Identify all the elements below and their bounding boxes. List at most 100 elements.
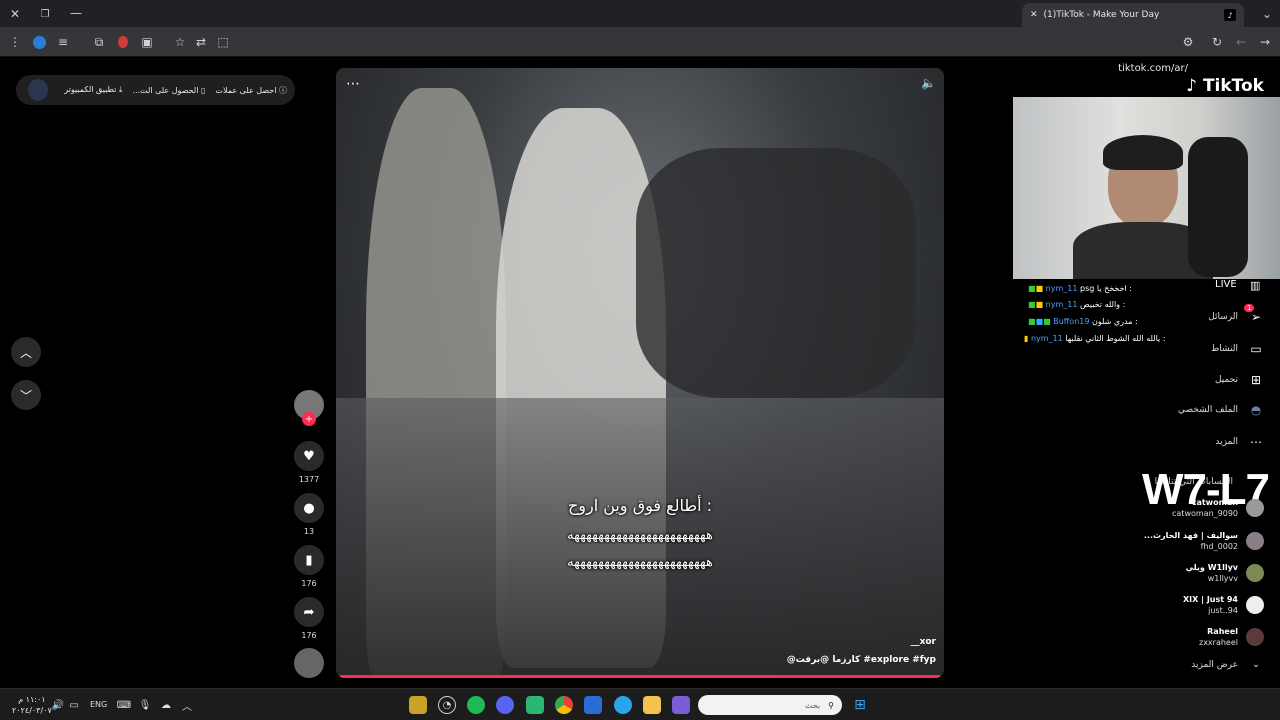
- show-hidden-icons-icon[interactable]: ︿: [178, 696, 196, 714]
- message-icon: ▭: [1250, 342, 1262, 356]
- taskbar-search-box[interactable]: بحث ⚲: [698, 695, 842, 715]
- address-bar[interactable]: tiktok.com/ar/: [1118, 63, 1188, 74]
- comment-count: 13: [303, 527, 315, 536]
- chat-message: ■■■ Buffon19 مدري شلون :: [1028, 317, 1138, 326]
- following-account[interactable]: سواليف | فهد الحارث... fhd_0002: [1144, 530, 1264, 552]
- chat-message: ■■ nym_11 psg اخخخخ يا :: [1028, 284, 1132, 293]
- tiktok-favicon-icon: ♪: [1224, 9, 1236, 21]
- account-avatar: [1246, 564, 1264, 582]
- following-account[interactable]: W1llyv ويلي w1llyvv: [1186, 562, 1264, 584]
- video-overlay-line2: هههههههههههههههههههههههه: [567, 528, 714, 543]
- video-crowd: [636, 148, 916, 398]
- chrome-icon[interactable]: [555, 696, 573, 714]
- following-account[interactable]: catwoman catwoman_9090: [1172, 497, 1264, 519]
- volume-icon[interactable]: 🔈: [921, 76, 936, 90]
- live-chart-icon[interactable]: ▥: [1250, 279, 1260, 292]
- comment-icon: ●: [294, 493, 324, 523]
- next-video-button[interactable]: ﹀: [11, 380, 41, 410]
- webcam-chair: [1188, 137, 1248, 277]
- following-account[interactable]: XIX | Just 94 just..94: [1183, 594, 1264, 616]
- clock[interactable]: ١١:٠١ م ٢٠٢٤/٠٣/٠٧: [12, 694, 52, 716]
- chevron-up-icon: ︿: [19, 345, 32, 360]
- nav-messages[interactable]: ➢ 1 الرسائل: [1208, 304, 1264, 324]
- discord-icon[interactable]: [496, 696, 514, 714]
- creator-avatar[interactable]: +: [294, 390, 324, 426]
- share-arrow-icon: ➦: [294, 597, 324, 627]
- comment-button[interactable]: ● 13: [294, 493, 324, 536]
- messages-badge: 1: [1244, 304, 1255, 312]
- save-count: 176: [301, 579, 317, 588]
- video-progress-bar[interactable]: [340, 675, 940, 678]
- video-author[interactable]: __xor: [911, 637, 936, 647]
- app-icon-1[interactable]: [409, 696, 427, 714]
- share-button[interactable]: ➦ 176: [294, 597, 324, 640]
- top-actions-pill: ⓘ احصل على عملات ▯ الحصول على الت... ⤓ ت…: [16, 75, 295, 105]
- network-tray-icon[interactable]: ▭: [65, 696, 83, 714]
- spotify-icon[interactable]: [467, 696, 485, 714]
- save-button[interactable]: ▮ 176: [294, 545, 324, 588]
- following-account[interactable]: Raheel zxxraheel: [1199, 626, 1264, 648]
- nav-profile[interactable]: ◓ الملف الشخصي: [1178, 403, 1264, 417]
- app-icon-5[interactable]: [526, 696, 544, 714]
- minimize-window-icon[interactable]: —: [66, 3, 86, 23]
- menu-kebab-icon[interactable]: ⋮: [5, 32, 25, 52]
- video-player[interactable]: ⋯ 🔈 أطالع فوق وين اروح : ههههههههههههههه…: [336, 68, 944, 678]
- extensions-puzzle-icon[interactable]: ⧉: [89, 32, 109, 52]
- keyboard-tray-icon[interactable]: ⌨: [115, 696, 133, 714]
- adblock-icon[interactable]: [113, 32, 133, 52]
- follow-plus-icon[interactable]: +: [302, 412, 316, 426]
- extension-w-icon[interactable]: [29, 32, 49, 52]
- restore-window-icon[interactable]: ❐: [35, 4, 55, 24]
- tiktok-logo[interactable]: ♪ TikTok: [1186, 76, 1264, 96]
- streamer-webcam: [1013, 97, 1280, 279]
- music-disc[interactable]: [294, 648, 324, 678]
- nav-activity[interactable]: ▭ النشاط: [1211, 342, 1264, 356]
- video-caption[interactable]: @كارزما @برفت #explore #fyp: [787, 655, 936, 665]
- more-icon: ⋯: [1250, 435, 1262, 449]
- bookmark-star-icon[interactable]: ☆: [170, 32, 190, 52]
- reading-list-icon[interactable]: ≡: [53, 32, 73, 52]
- language-indicator[interactable]: ENG: [90, 700, 107, 709]
- tab-close-icon[interactable]: ✕: [1030, 10, 1038, 20]
- site-settings-icon[interactable]: ⚙: [1178, 32, 1198, 52]
- get-coins-link[interactable]: ⓘ احصل على عملات: [215, 85, 287, 96]
- close-window-icon[interactable]: ✕: [5, 4, 25, 24]
- forward-icon[interactable]: ←: [1231, 32, 1251, 52]
- reload-icon[interactable]: ↻: [1207, 32, 1227, 52]
- windows-start-icon[interactable]: ⊞: [851, 696, 869, 714]
- like-count: 1377: [298, 475, 320, 484]
- live-label[interactable]: LIVE: [1215, 279, 1237, 290]
- chat-message: ▮ nym_11 يالله الله الشوط الثاني نقلبها …: [1024, 334, 1166, 343]
- profile-avatar-small[interactable]: [28, 79, 49, 101]
- chat-message: ■■ nym_11 والله تخبيص :: [1028, 300, 1126, 309]
- tab-search-icon[interactable]: ⌄: [1257, 4, 1277, 24]
- heart-icon: ♥: [294, 441, 324, 471]
- tab-title: (1)TikTok - Make Your Day: [1043, 10, 1160, 20]
- install-app-icon[interactable]: ⬚: [213, 32, 233, 52]
- see-more-following[interactable]: ⌄ عرض المزيد: [1191, 660, 1264, 670]
- video-more-icon[interactable]: ⋯: [346, 76, 360, 92]
- desktop-app-link[interactable]: ⤓ تطبيق الكمبيوتر: [64, 85, 122, 95]
- like-button[interactable]: ♥ 1377: [294, 441, 324, 484]
- onedrive-tray-icon[interactable]: ☁: [157, 696, 175, 714]
- back-icon[interactable]: →: [1255, 32, 1275, 52]
- translate-icon[interactable]: ⇄: [191, 32, 211, 52]
- webcam-hair: [1103, 135, 1183, 170]
- previous-video-button[interactable]: ︿: [11, 337, 41, 367]
- nav-upload[interactable]: ⊞ تحميل: [1215, 373, 1264, 387]
- chevron-down-icon: ⌄: [1252, 660, 1260, 670]
- tab-tiktok[interactable]: ✕ (1)TikTok - Make Your Day ♪: [1022, 3, 1244, 27]
- profile-icon: ◓: [1250, 403, 1262, 417]
- nav-more[interactable]: ⋯ المزيد: [1215, 435, 1264, 449]
- microphone-tray-icon[interactable]: 🎙: [136, 696, 154, 714]
- app-icon-2[interactable]: ◔: [438, 696, 456, 714]
- copilot-icon[interactable]: [672, 696, 690, 714]
- file-explorer-icon[interactable]: [643, 696, 661, 714]
- account-avatar: [1246, 532, 1264, 550]
- account-avatar: [1246, 596, 1264, 614]
- get-app-link[interactable]: ▯ الحصول على الت...: [132, 86, 205, 95]
- edge-icon[interactable]: [614, 696, 632, 714]
- screenshot-icon[interactable]: ▣: [137, 32, 157, 52]
- store-icon[interactable]: [584, 696, 602, 714]
- upload-icon: ⊞: [1250, 373, 1262, 387]
